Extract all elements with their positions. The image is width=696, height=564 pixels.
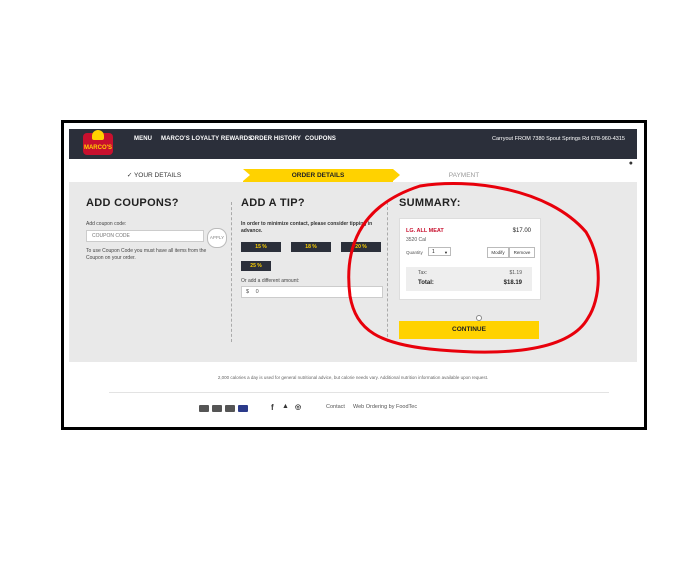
modify-button[interactable]: Modify xyxy=(487,247,509,258)
item-name[interactable]: LG. ALL MEAT xyxy=(406,228,444,234)
total-label: Total: xyxy=(418,280,434,286)
top-navigation: MARCO'S MENU MARCO'S LOYALTY REWARDS ORD… xyxy=(69,129,637,159)
tip-25-button[interactable]: 25 % xyxy=(241,261,271,271)
tax-value: $1.19 xyxy=(509,270,522,276)
tip-18-button[interactable]: 18 % xyxy=(291,242,331,252)
visa-card-icon xyxy=(238,405,248,412)
discover-card-icon xyxy=(212,405,222,412)
step-payment: PAYMENT xyxy=(448,172,480,179)
user-account-icon[interactable]: ● xyxy=(629,160,633,167)
nav-loyalty-rewards[interactable]: MARCO'S LOYALTY REWARDS xyxy=(161,136,252,142)
quantity-label: Quantity xyxy=(406,250,423,255)
step-order-details: ORDER DETAILS xyxy=(243,169,400,182)
step-your-details[interactable]: ✓ YOUR DETAILS xyxy=(69,169,239,182)
tip-amount-input[interactable]: $ 0 xyxy=(241,286,383,298)
tip-20-button[interactable]: 20 % xyxy=(341,242,381,252)
tip-15-button[interactable]: 15 % xyxy=(241,242,281,252)
quantity-value: 1 xyxy=(432,249,435,255)
tip-note: In order to minimize contact, please con… xyxy=(241,221,373,234)
nav-menu[interactable]: MENU xyxy=(134,136,152,142)
total-value: $18.19 xyxy=(503,280,522,286)
item-calories: 3520 Cal xyxy=(406,237,427,243)
continue-button[interactable]: CONTINUE xyxy=(399,321,539,339)
logo-text: MARCO'S xyxy=(83,145,113,151)
apply-coupon-button[interactable]: APPLY xyxy=(207,228,227,248)
tax-label: Tax: xyxy=(418,270,428,276)
nav-coupons[interactable]: COUPONS xyxy=(305,136,336,142)
coupon-code-label: Add coupon code: xyxy=(86,221,127,227)
order-details-panel: ADD COUPONS? Add coupon code: APPLY To u… xyxy=(69,182,637,362)
facebook-icon[interactable]: f xyxy=(271,403,274,412)
tip-other-label: Or add a different amount: xyxy=(241,278,300,284)
mastercard-icon xyxy=(225,405,235,412)
footer: f ▲ ◎ Contact Web Ordering by FoodTec xyxy=(69,403,637,418)
step-order-details-label: ORDER DETAILS xyxy=(291,172,345,179)
nav-order-history[interactable]: ORDER HISTORY xyxy=(250,136,301,142)
calorie-disclaimer: 2,000 calories a day is used for general… xyxy=(217,375,489,380)
totals-box: Tax: $1.19 Total: $18.19 xyxy=(406,267,532,291)
quantity-select[interactable]: 1 ▼ xyxy=(428,247,451,256)
twitter-icon[interactable]: ▲ xyxy=(282,403,289,410)
coupons-title: ADD COUPONS? xyxy=(86,197,179,209)
web-ordering-link[interactable]: Web Ordering by FoodTec xyxy=(353,404,417,410)
store-info: Carryout FROM 7380 Spout Springs Rd 678-… xyxy=(492,136,625,142)
user-bar: ● xyxy=(69,159,637,169)
order-summary-card: LG. ALL MEAT $17.00 3520 Cal Quantity 1 … xyxy=(399,218,541,300)
chevron-down-icon: ▼ xyxy=(444,250,448,255)
logo-wing-icon xyxy=(92,130,104,140)
contact-link[interactable]: Contact xyxy=(326,404,345,410)
browser-frame: MARCO'S MENU MARCO'S LOYALTY REWARDS ORD… xyxy=(61,120,647,430)
footer-divider xyxy=(109,392,609,393)
item-price: $17.00 xyxy=(512,228,531,234)
checkout-steps: ✓ YOUR DETAILS ORDER DETAILS PAYMENT xyxy=(69,169,637,182)
tip-amount-value: 0 xyxy=(255,289,259,295)
amex-card-icon xyxy=(199,405,209,412)
column-divider-2 xyxy=(387,202,389,342)
currency-symbol: $ xyxy=(246,289,250,295)
coupon-note: To use Coupon Code you must have all ite… xyxy=(86,248,207,261)
tip-title: ADD A TIP? xyxy=(241,197,305,209)
coupon-code-input[interactable] xyxy=(86,230,204,242)
summary-title: SUMMARY: xyxy=(399,197,461,209)
instagram-icon[interactable]: ◎ xyxy=(295,403,301,411)
marcos-logo[interactable]: MARCO'S xyxy=(83,130,113,155)
remove-button[interactable]: Remove xyxy=(509,247,535,258)
column-divider xyxy=(231,202,233,342)
